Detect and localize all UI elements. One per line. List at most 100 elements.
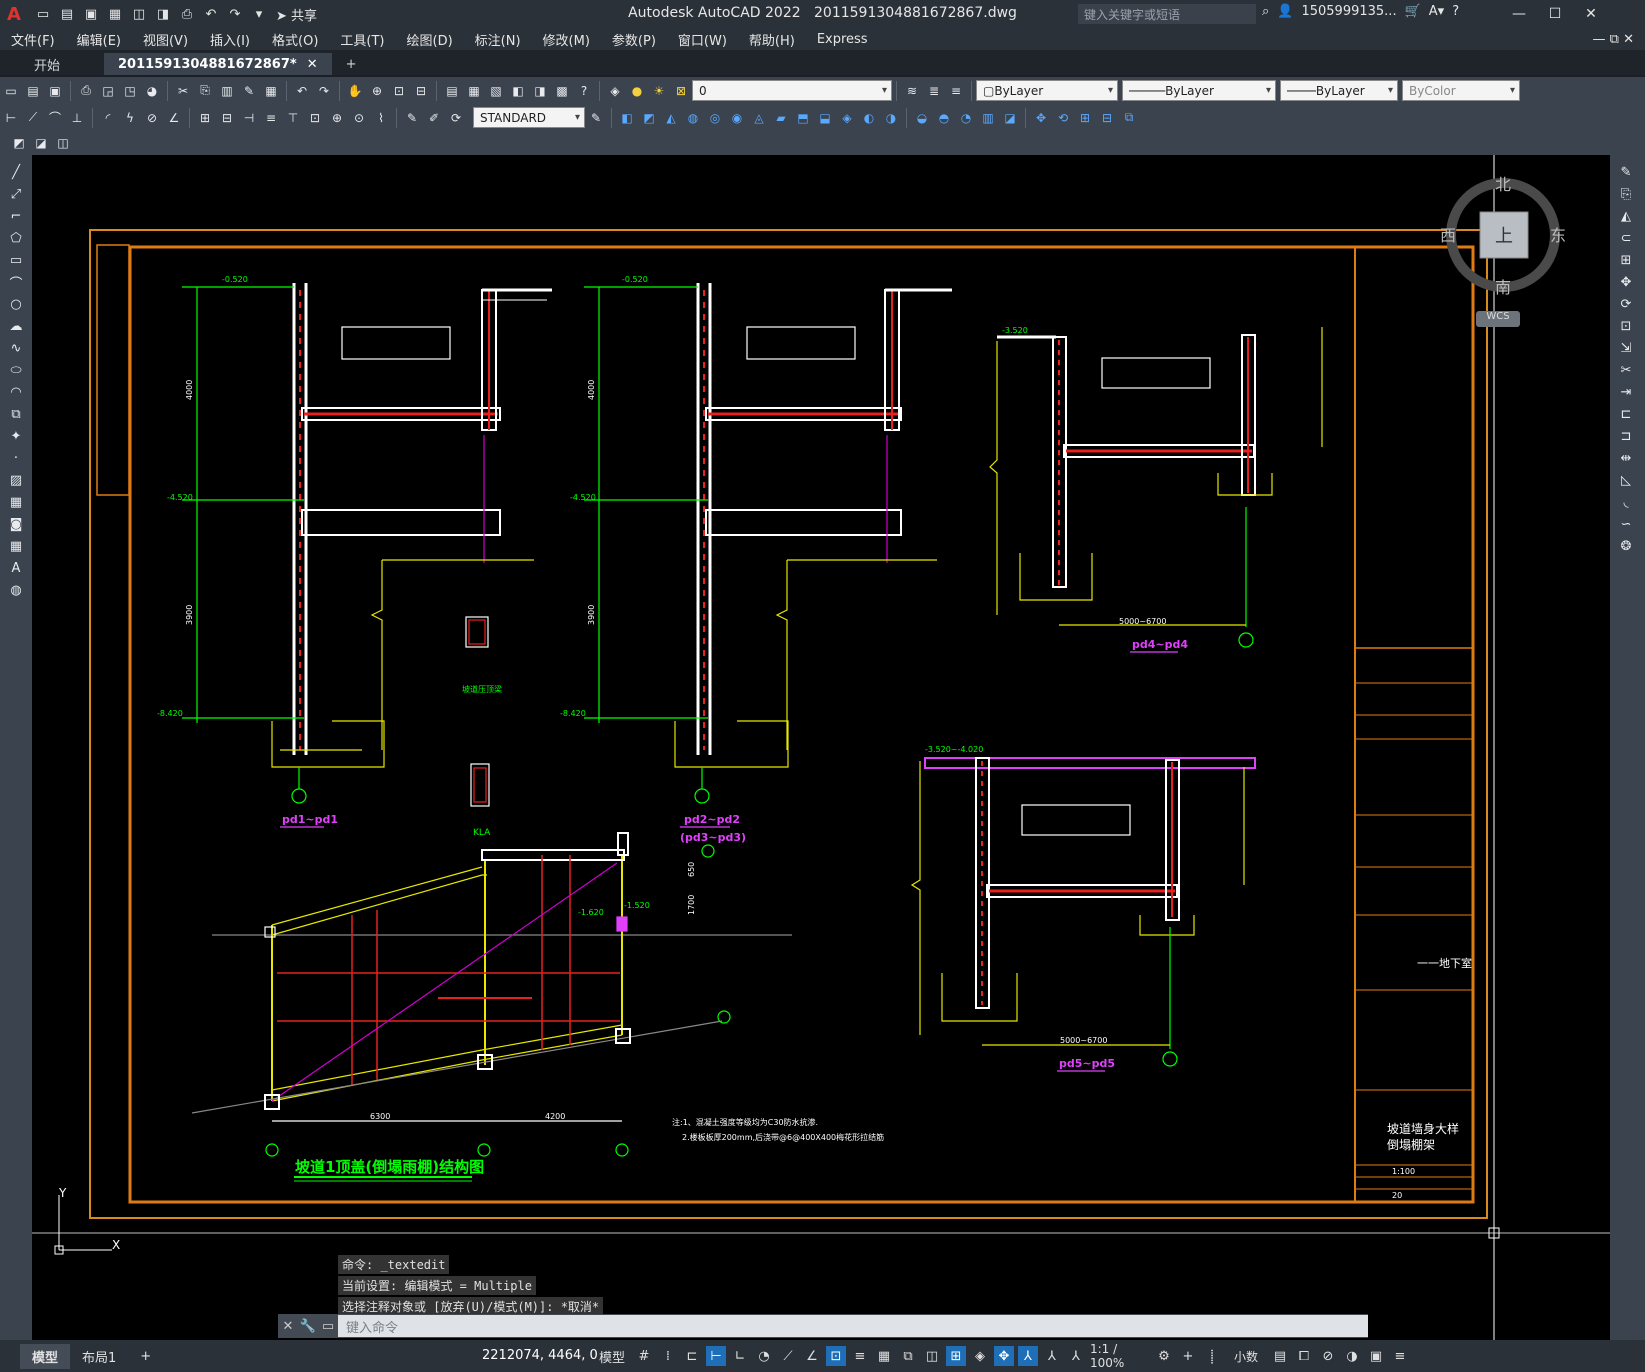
3d-align-icon[interactable]: ⊞: [1076, 109, 1094, 127]
cut-icon[interactable]: ✂: [174, 82, 192, 100]
layer-dropdown[interactable]: 0: [692, 80, 892, 101]
linear-dim-icon[interactable]: ⊢: [2, 109, 20, 127]
markup-icon[interactable]: ◨: [531, 82, 549, 100]
hardware-acceleration-icon[interactable]: ◑: [1342, 1346, 1362, 1366]
isodraft-icon[interactable]: ⟋: [778, 1346, 798, 1366]
rectangle-icon[interactable]: ▭: [7, 251, 25, 269]
layer-freeze-icon[interactable]: ☀: [650, 82, 668, 100]
auto-scale-icon[interactable]: ⅄: [1042, 1346, 1062, 1366]
maximize-button[interactable]: ☐: [1537, 0, 1573, 28]
menu-dimension[interactable]: 标注(N): [464, 30, 532, 49]
user-name[interactable]: 1505999135...: [1301, 4, 1396, 19]
tab-drawing[interactable]: 2011591304881672867* ✕: [104, 53, 332, 75]
undo-icon[interactable]: ↶: [202, 5, 220, 23]
ordinate-dim-icon[interactable]: ⊥: [68, 109, 86, 127]
box-icon[interactable]: ◧: [618, 109, 636, 127]
tolerance-icon[interactable]: ⊡: [306, 109, 324, 127]
rotate-icon[interactable]: ⟳: [1617, 295, 1635, 313]
cone-icon[interactable]: ◭: [662, 109, 680, 127]
save-as-icon[interactable]: ▦: [106, 5, 124, 23]
help-icon[interactable]: ?: [1452, 4, 1459, 19]
doc-window-controls[interactable]: — ⧉ ✕: [1582, 32, 1645, 47]
layer-isolate-icon[interactable]: ◪: [32, 134, 50, 152]
dim-text-edit-icon[interactable]: ✐: [425, 109, 443, 127]
design-center-icon[interactable]: ▦: [465, 82, 483, 100]
drawing-canvas[interactable]: 一一地下室 坡道墙身大样 倒塌棚架 1:100 20 4000 3900 -0.…: [32, 155, 1610, 1350]
make-current-icon[interactable]: ≋: [903, 82, 921, 100]
new-file-icon[interactable]: ▭: [34, 5, 52, 23]
torus-icon[interactable]: ◉: [728, 109, 746, 127]
array-icon[interactable]: ⊞: [1617, 251, 1635, 269]
menu-edit[interactable]: 编辑(E): [66, 30, 132, 49]
chamfer-icon[interactable]: ◺: [1617, 471, 1635, 489]
paste-icon[interactable]: ▥: [218, 82, 236, 100]
gizmo-icon[interactable]: ✥: [994, 1346, 1014, 1366]
wedge-icon[interactable]: ◩: [640, 109, 658, 127]
close-tab-icon[interactable]: ✕: [307, 57, 318, 72]
hatch-icon[interactable]: ▨: [7, 471, 25, 489]
dim-edit-icon[interactable]: ✎: [403, 109, 421, 127]
plot-icon[interactable]: ⎙: [178, 5, 196, 23]
scale-icon[interactable]: ⊡: [1617, 317, 1635, 335]
ortho-icon[interactable]: ∟: [730, 1346, 750, 1366]
grid-icon[interactable]: #: [634, 1346, 654, 1366]
dynamic-ucs-icon[interactable]: ⊞: [946, 1346, 966, 1366]
dim-update-icon[interactable]: ⟳: [447, 109, 465, 127]
quick-properties-icon[interactable]: ▤: [1270, 1346, 1290, 1366]
circle-icon[interactable]: ○: [7, 295, 25, 313]
match-properties-icon[interactable]: ✎: [240, 82, 258, 100]
search-icon[interactable]: ⌕: [1262, 4, 1269, 19]
plotstyle-dropdown[interactable]: ByColor: [1402, 80, 1520, 101]
recent-commands-icon[interactable]: ▭: [318, 1319, 338, 1334]
annotation-scale-icon[interactable]: ⅄: [1066, 1346, 1086, 1366]
pan-icon[interactable]: ✋: [346, 82, 364, 100]
3d-move-icon[interactable]: ✥: [1032, 109, 1050, 127]
zoom-realtime-icon[interactable]: ⊕: [368, 82, 386, 100]
color-dropdown[interactable]: ▢ ByLayer: [976, 80, 1118, 101]
lineweight-icon[interactable]: ≡: [850, 1346, 870, 1366]
3d-rotate-icon[interactable]: ⟲: [1054, 109, 1072, 127]
trim-icon[interactable]: ✂: [1617, 361, 1635, 379]
dim-break-icon[interactable]: ⊤: [284, 109, 302, 127]
save-web-icon[interactable]: ◨: [154, 5, 172, 23]
inspection-icon[interactable]: ⊙: [350, 109, 368, 127]
intersect-icon[interactable]: ◔: [957, 109, 975, 127]
loft-icon[interactable]: ◑: [882, 109, 900, 127]
layer-on-icon[interactable]: ●: [628, 82, 646, 100]
join-icon[interactable]: ⇹: [1617, 449, 1635, 467]
undo-icon[interactable]: ↶: [293, 82, 311, 100]
layer-walk-icon[interactable]: ◩: [10, 134, 28, 152]
layer-lock-icon[interactable]: ⊠: [672, 82, 690, 100]
tab-layout1[interactable]: 布局1: [70, 1344, 128, 1369]
dimstyle-dropdown[interactable]: STANDARD: [473, 107, 585, 128]
new-icon[interactable]: ▭: [2, 82, 20, 100]
user-icon[interactable]: 👤: [1277, 4, 1293, 19]
redo-icon[interactable]: ↷: [315, 82, 333, 100]
offset-icon[interactable]: ⊂: [1617, 229, 1635, 247]
continue-dim-icon[interactable]: ⊣: [240, 109, 258, 127]
zoom-window-icon[interactable]: ⊡: [390, 82, 408, 100]
menu-tools[interactable]: 工具(T): [329, 30, 395, 49]
revcloud-icon[interactable]: ☁: [7, 317, 25, 335]
tab-start[interactable]: 开始: [20, 53, 74, 75]
customize-command-icon[interactable]: 🔧: [298, 1319, 318, 1334]
pyramid-icon[interactable]: ◬: [750, 109, 768, 127]
insert-block-icon[interactable]: ⧉: [7, 405, 25, 423]
model-space-toggle[interactable]: 模型: [594, 1346, 630, 1366]
region-icon[interactable]: ◙: [7, 515, 25, 533]
arc-icon[interactable]: ⌒: [7, 273, 25, 292]
dimstyle-manager-icon[interactable]: ✎: [587, 109, 605, 127]
sweep-icon[interactable]: ◈: [838, 109, 856, 127]
center-mark-icon[interactable]: ⊕: [328, 109, 346, 127]
presspull-icon[interactable]: ⬓: [816, 109, 834, 127]
3d-mirror-icon[interactable]: ⧉: [1120, 109, 1138, 127]
baseline-dim-icon[interactable]: ⊟: [218, 109, 236, 127]
ellipse-icon[interactable]: ⬭: [7, 361, 25, 379]
3d-dwf-icon[interactable]: ◕: [143, 82, 161, 100]
jogged-linear-icon[interactable]: ⌇: [372, 109, 390, 127]
tool-palettes-icon[interactable]: ▧: [487, 82, 505, 100]
object-snap-icon[interactable]: ⊡: [826, 1346, 846, 1366]
erase-icon[interactable]: ✎: [1617, 163, 1635, 181]
minimize-button[interactable]: —: [1501, 0, 1537, 28]
isolate-objects-icon[interactable]: ⊘: [1318, 1346, 1338, 1366]
